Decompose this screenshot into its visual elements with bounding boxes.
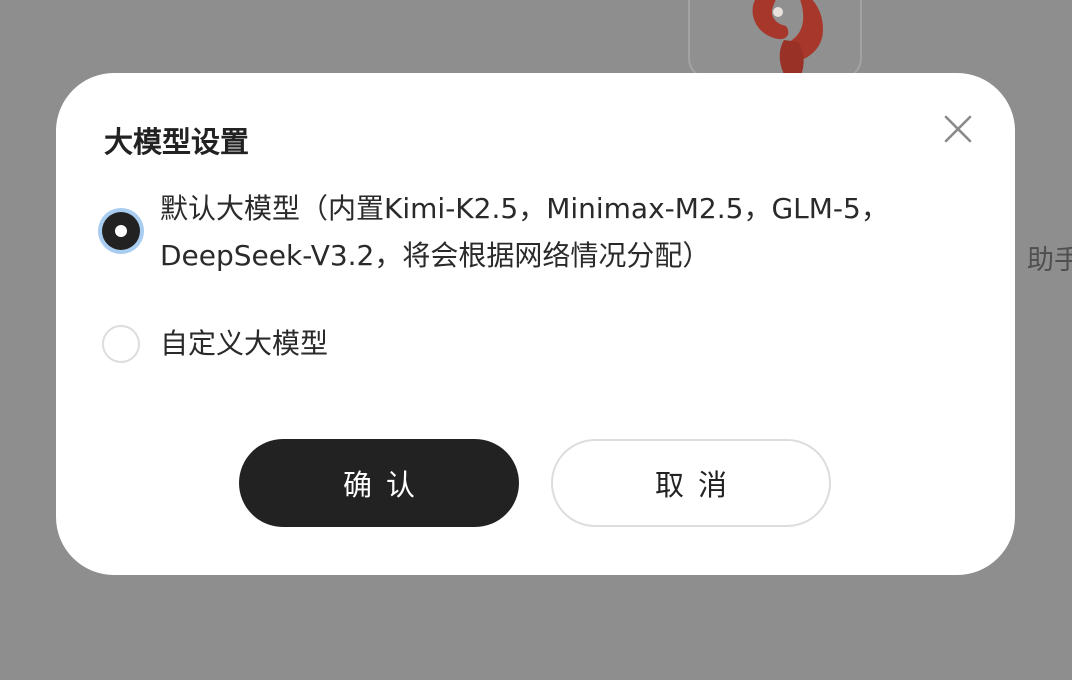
close-icon <box>944 115 972 143</box>
option-custom-model[interactable]: 自定义大模型 <box>102 323 920 365</box>
cancel-button[interactable]: 取消 <box>551 439 831 527</box>
background-app-card <box>688 0 862 80</box>
background-label-partial: 助手 <box>1027 245 1072 276</box>
close-button[interactable] <box>940 111 976 147</box>
confirm-button[interactable]: 确认 <box>239 439 519 527</box>
dialog-title: 大模型设置 <box>104 125 250 159</box>
llm-settings-dialog: 大模型设置 默认大模型（内置Kimi-K2.5，Minimax-M2.5，GLM… <box>56 73 1015 575</box>
option-default-model[interactable]: 默认大模型（内置Kimi-K2.5，Minimax-M2.5，GLM-5，Dee… <box>102 185 920 279</box>
radio-selected-dot <box>115 225 127 237</box>
option-default-model-label: 默认大模型（内置Kimi-K2.5，Minimax-M2.5，GLM-5，Dee… <box>160 192 889 272</box>
lobster-mascot-icon <box>752 0 823 78</box>
radio-custom-model[interactable] <box>102 325 140 363</box>
radio-default-model[interactable] <box>102 212 140 250</box>
option-custom-model-label: 自定义大模型 <box>160 327 329 360</box>
